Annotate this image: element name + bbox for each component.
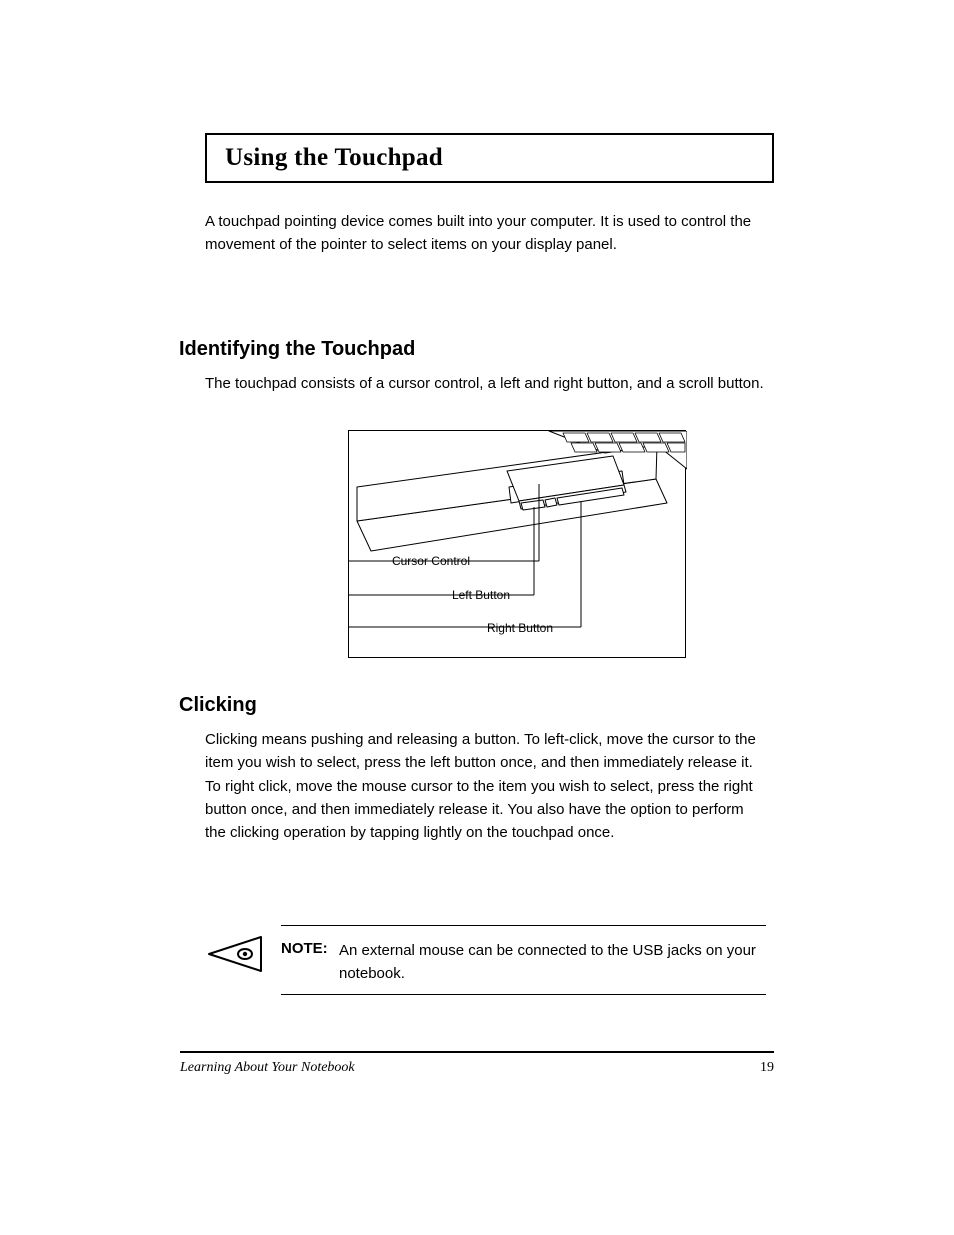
note-body: An external mouse can be connected to th… — [339, 940, 759, 985]
note-divider-top — [281, 925, 766, 926]
callout-cursor-control: Cursor Control — [190, 554, 470, 569]
eye-icon-svg — [207, 935, 263, 973]
note-label: NOTE: — [281, 940, 328, 957]
footer-page-number: 19 — [760, 1060, 774, 1076]
subheading-clicking: Clicking — [179, 694, 257, 717]
document-page: Using the Touchpad A touchpad pointing d… — [0, 0, 954, 1235]
clicking-paragraph: Clicking means pushing and releasing a b… — [205, 728, 765, 844]
identifying-paragraph: The touchpad consists of a cursor contro… — [205, 372, 765, 395]
callout-left-button: Left Button — [190, 588, 510, 603]
section-title-box: Using the Touchpad — [205, 133, 774, 183]
subheading-identifying: Identifying the Touchpad — [179, 338, 415, 361]
footer-divider — [180, 1051, 774, 1053]
callout-right-button: Right Button — [190, 621, 553, 636]
intro-paragraph: A touchpad pointing device comes built i… — [205, 210, 765, 257]
footer-section-title: Learning About Your Notebook — [180, 1060, 355, 1076]
eye-icon — [207, 935, 263, 973]
note-divider-bottom — [281, 994, 766, 995]
section-title: Using the Touchpad — [225, 144, 443, 172]
